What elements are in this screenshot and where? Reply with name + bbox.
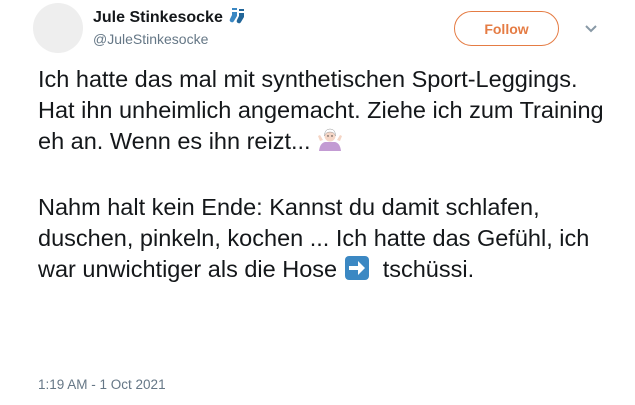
chevron-down-icon[interactable]	[584, 21, 598, 39]
right-arrow-icon	[344, 255, 370, 289]
tweet-body: Ich hatte das mal mit synthetischen Spor…	[38, 64, 618, 289]
author-name-row[interactable]: Jule Stinkesocke	[93, 7, 247, 30]
tweet-timestamp[interactable]: 1:19 AM - 1 Oct 2021	[38, 377, 166, 392]
author-handle[interactable]: @JuleStinkesocke	[93, 31, 208, 47]
socks-icon	[229, 7, 247, 30]
person-shrugging-icon	[317, 127, 343, 161]
paragraph-2-tail: tschüssi.	[382, 256, 475, 282]
follow-button[interactable]: Follow	[454, 11, 559, 46]
display-name[interactable]: Jule Stinkesocke	[93, 9, 223, 26]
paragraph-2-text: Nahm halt kein Ende: Kannst du damit sch…	[38, 194, 590, 282]
tweet-paragraph-2: Nahm halt kein Ende: Kannst du damit sch…	[38, 192, 618, 289]
tweet-paragraph-1: Ich hatte das mal mit synthetischen Spor…	[38, 64, 618, 161]
avatar[interactable]	[33, 3, 83, 53]
